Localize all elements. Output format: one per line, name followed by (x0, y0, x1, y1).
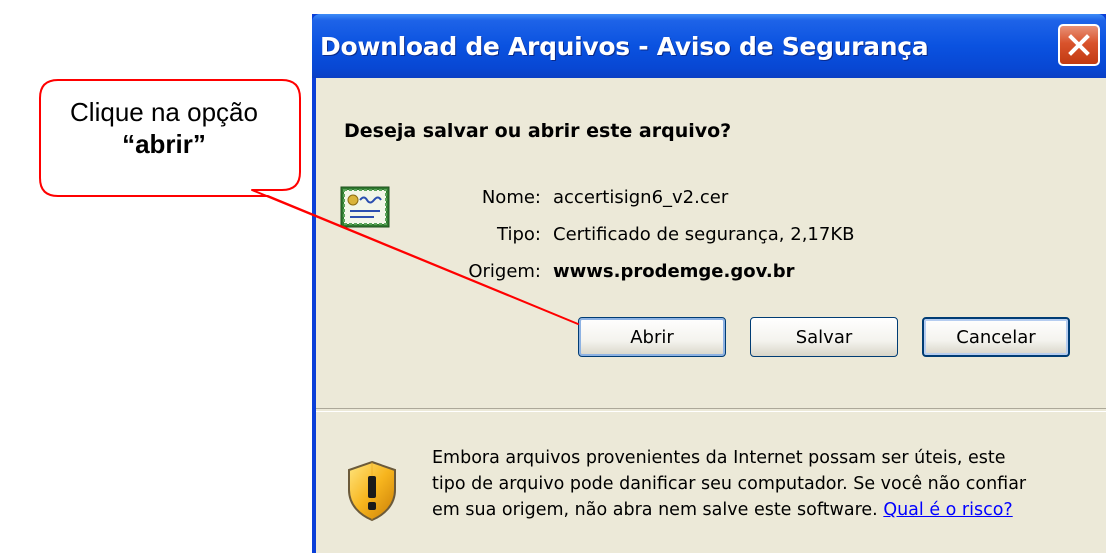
warning-shield-icon (348, 460, 396, 522)
save-button[interactable]: Salvar (750, 317, 898, 357)
file-name-value: accertisign6_v2.cer (553, 187, 729, 208)
risk-link[interactable]: Qual é o risco? (883, 500, 1012, 520)
dialog-body: Deseja salvar ou abrir este arquivo? Nom… (316, 78, 1106, 553)
file-origin-value: wwws.prodemge.gov.br (553, 261, 795, 282)
callout-line-1: Clique na opção (70, 97, 258, 127)
file-type-value: Certificado de segurança, 2,17KB (553, 224, 855, 245)
warning-line-2: tipo de arquivo pode danificar seu compu… (432, 474, 1027, 494)
file-type-label: Tipo: (497, 224, 541, 245)
separator (316, 408, 1106, 412)
warning-line-3-text: em sua origem, não abra nem salve este s… (432, 500, 878, 520)
download-security-dialog: Download de Arquivos - Aviso de Seguranç… (312, 14, 1106, 553)
warning-line-1: Embora arquivos provenientes da Internet… (432, 448, 1006, 468)
close-icon (1068, 34, 1090, 56)
file-origin-row: Origem: wwws.prodemge.gov.br (316, 261, 1016, 285)
warning-text: Embora arquivos provenientes da Internet… (432, 445, 1027, 523)
dialog-title: Download de Arquivos - Aviso de Seguranç… (320, 32, 929, 61)
open-button[interactable]: Abrir (578, 317, 726, 357)
dialog-question: Deseja salvar ou abrir este arquivo? (344, 120, 732, 142)
warning-line-3: em sua origem, não abra nem salve este s… (432, 497, 1013, 523)
file-origin-label: Origem: (468, 261, 541, 282)
file-type-row: Tipo: Certificado de segurança, 2,17KB (316, 224, 1016, 248)
file-name-label: Nome: (481, 187, 541, 208)
close-button[interactable] (1058, 24, 1100, 66)
cancel-button[interactable]: Cancelar (922, 317, 1070, 357)
file-name-row: Nome: accertisign6_v2.cer (316, 187, 1016, 211)
title-bar[interactable]: Download de Arquivos - Aviso de Seguranç… (312, 14, 1106, 78)
callout-line-2: “abrir” (122, 129, 206, 159)
callout-text: Clique na opção “abrir” (38, 96, 290, 160)
